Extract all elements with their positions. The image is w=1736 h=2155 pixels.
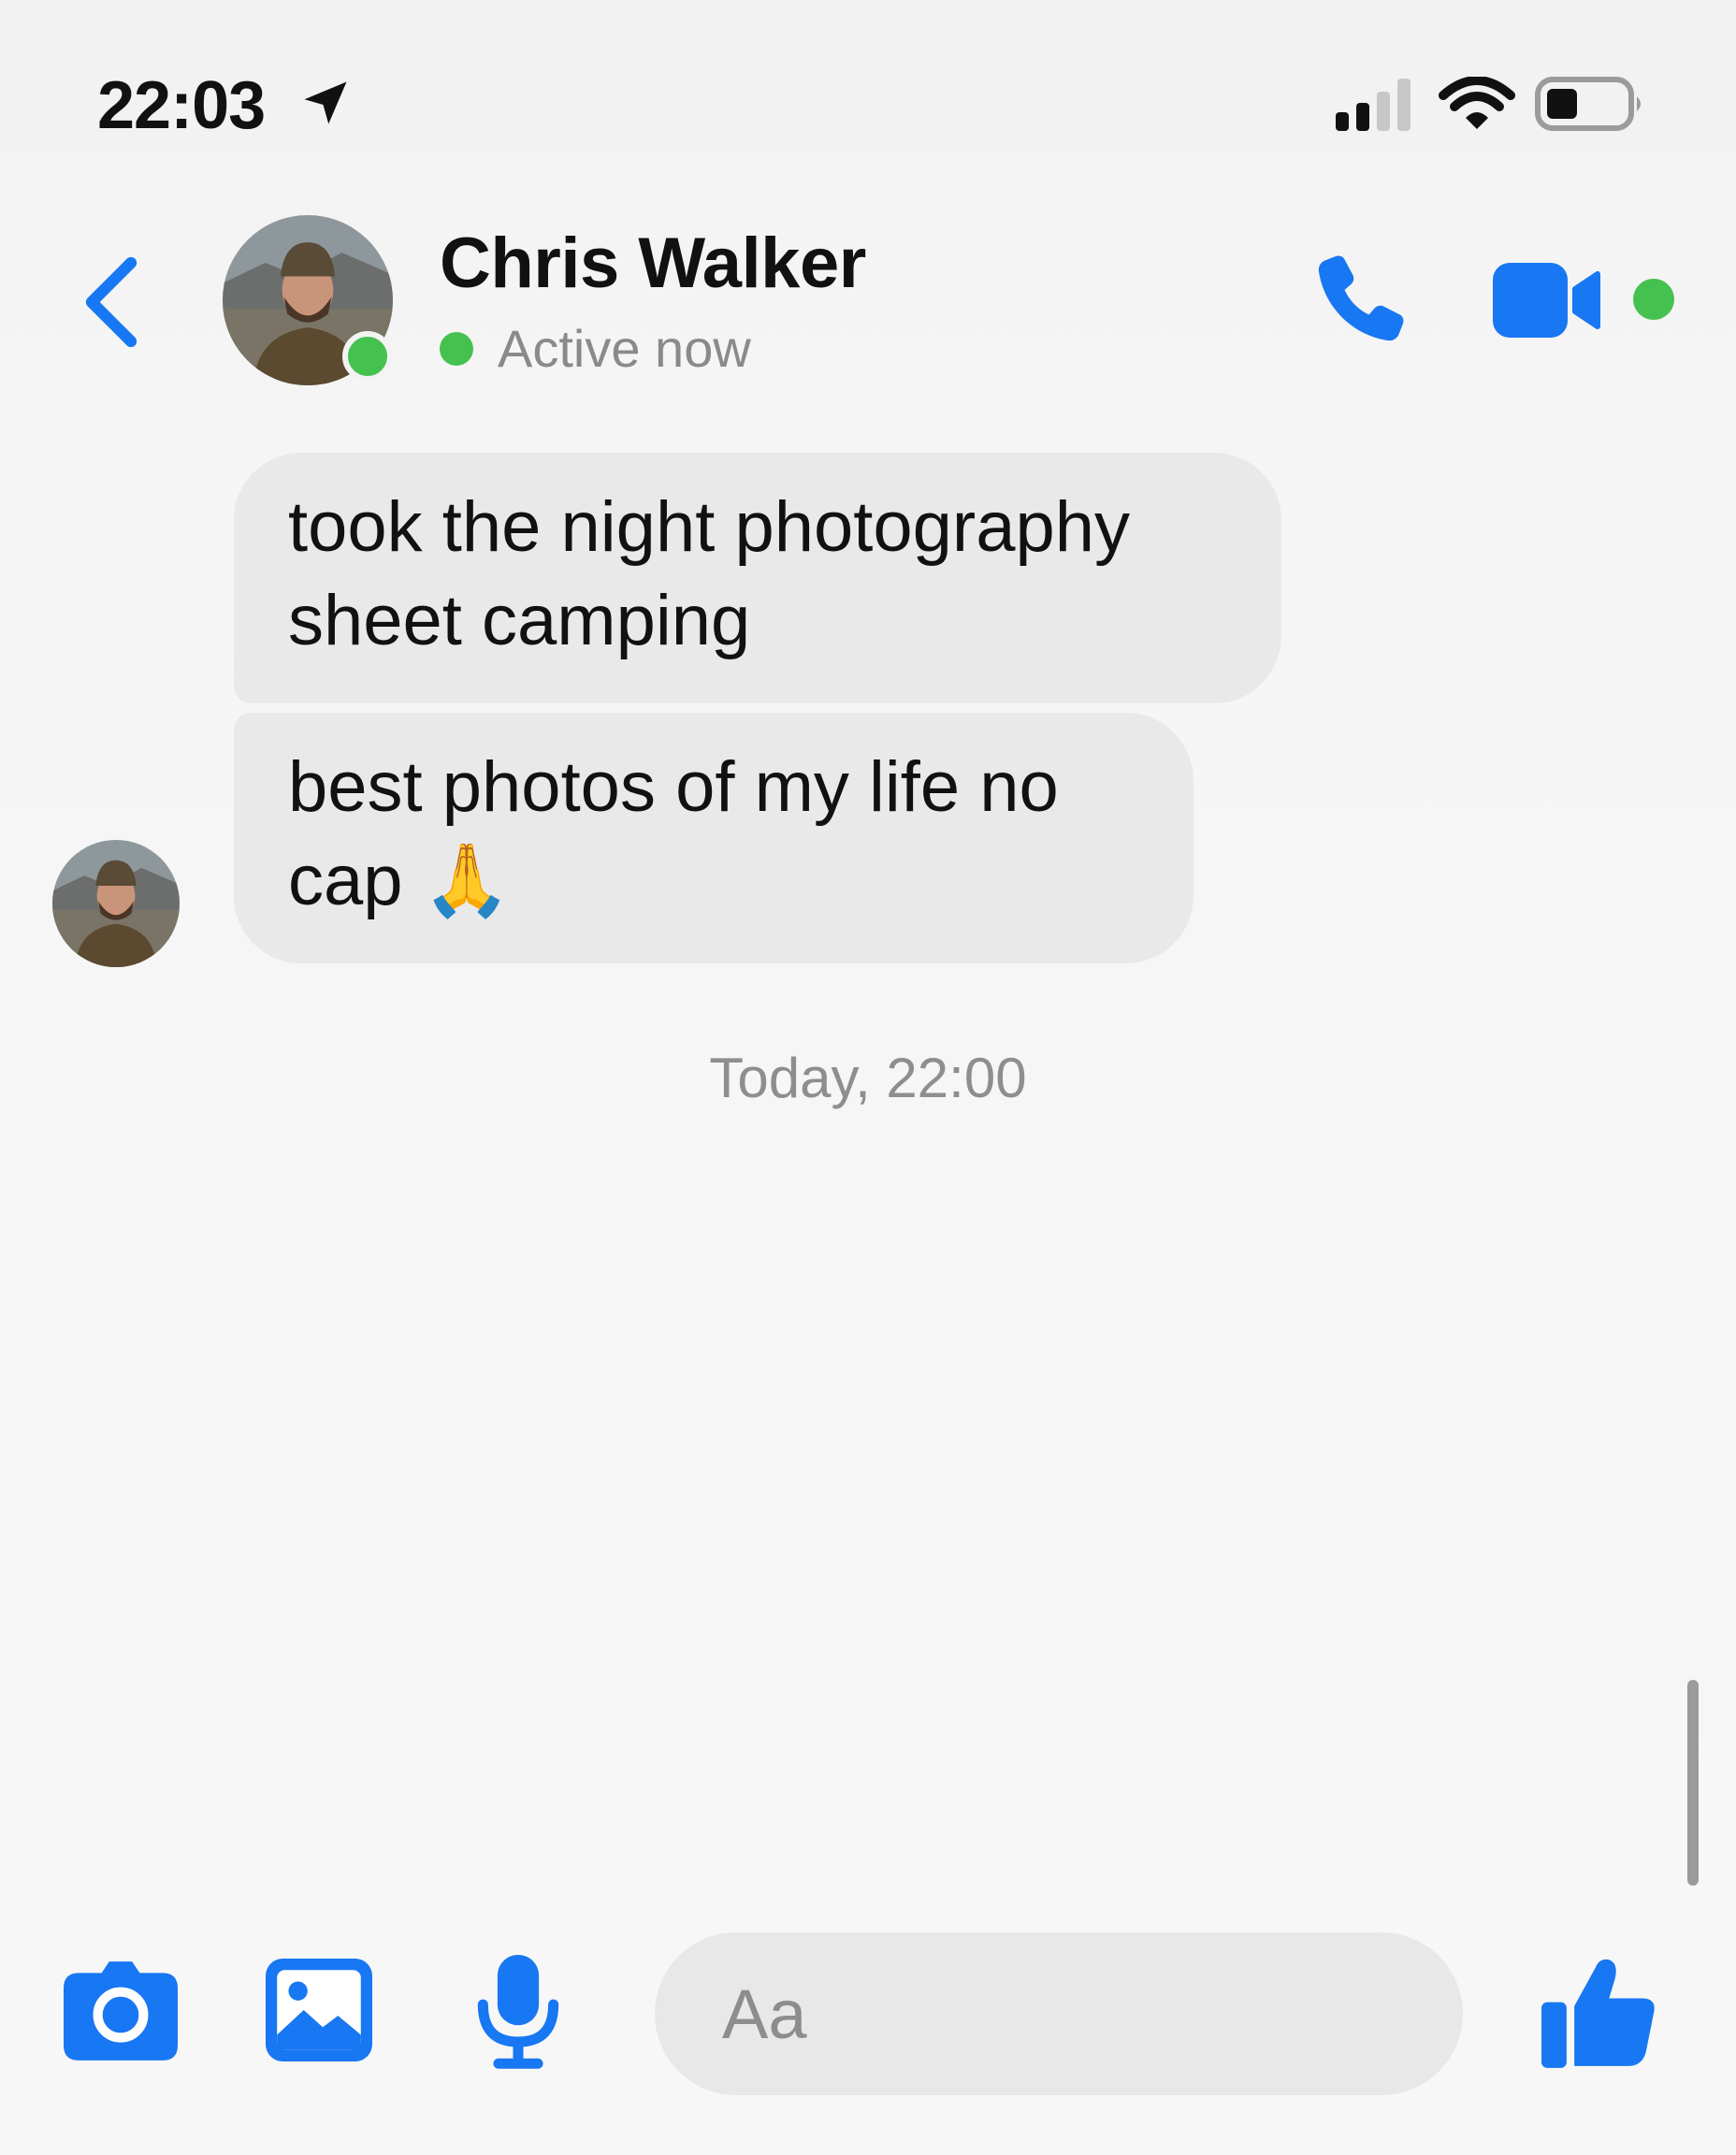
active-status-text: Active now (498, 319, 751, 378)
message-text-line: cap 🙏 (288, 841, 512, 920)
battery-icon (1535, 77, 1641, 131)
thumbs-up-icon[interactable] (1541, 1955, 1657, 2069)
phone-icon[interactable] (1306, 245, 1414, 354)
message-input-container[interactable] (655, 1932, 1463, 2095)
back-chevron-icon[interactable] (79, 251, 144, 354)
message-text-line: sheet camping (288, 581, 751, 660)
message-bubble[interactable]: took the night photography sheet camping (234, 453, 1281, 703)
image-icon[interactable] (266, 1959, 372, 2061)
wifi-icon (1439, 77, 1515, 129)
microphone-icon[interactable] (475, 1955, 561, 2071)
message-bubble[interactable]: best photos of my life no cap 🙏 (234, 713, 1194, 963)
sender-avatar[interactable] (52, 840, 180, 967)
camera-icon[interactable] (64, 1957, 178, 2061)
status-time: 22:03 (97, 68, 266, 143)
cellular-signal-icon (1336, 79, 1410, 131)
contact-name[interactable]: Chris Walker (440, 223, 866, 304)
message-text-line: best photos of my life no (288, 747, 1059, 827)
message-text-line: took the night photography (288, 487, 1131, 567)
active-dot (440, 331, 473, 366)
message-timestamp: Today, 22:00 (709, 1047, 1027, 1109)
avatar-photo (52, 840, 180, 967)
video-camera-icon[interactable] (1493, 258, 1605, 342)
message-input[interactable] (722, 1932, 1433, 2095)
location-arrow-icon (304, 81, 347, 124)
scrollbar[interactable] (1687, 1680, 1699, 1886)
presence-status: Active now (440, 318, 751, 379)
chat-screen: 22:03 Chris Walker Active now took the n… (0, 0, 1736, 2155)
video-active-dot (1633, 279, 1674, 320)
online-indicator (342, 331, 393, 382)
